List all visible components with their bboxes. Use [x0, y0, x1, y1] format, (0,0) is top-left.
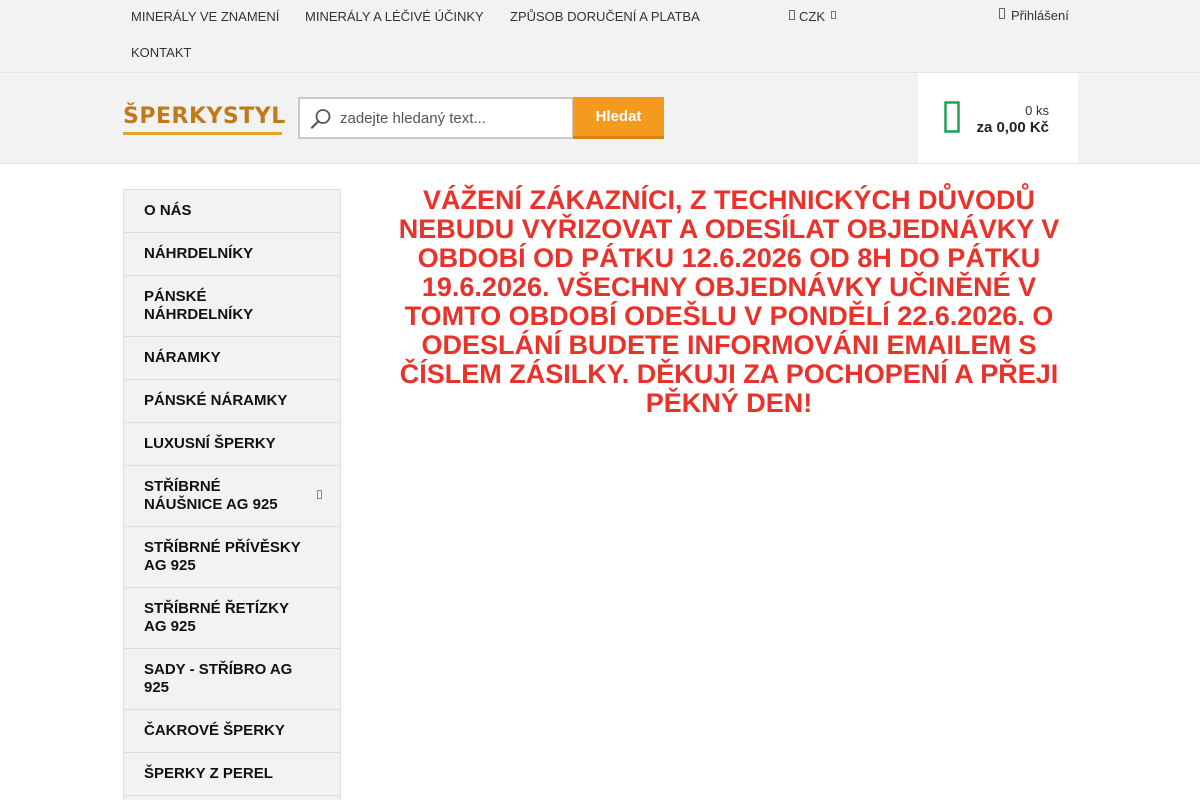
- sidebar-item-label: STŘÍBRNÉ NÁUŠNICE AG 925: [144, 478, 278, 513]
- sidebar-item-naramky[interactable]: NÁRAMKY: [124, 337, 340, 380]
- sidebar-item-stribrne-retizky[interactable]: STŘÍBRNÉ ŘETÍZKY AG 925: [124, 588, 340, 649]
- cart-widget[interactable]: 0 ks za 0,00 Kč: [918, 73, 1078, 163]
- sidebar-item-label: O NÁS: [144, 202, 192, 219]
- currency-icon: [789, 9, 795, 25]
- login-label: Přihlášení: [1011, 8, 1069, 23]
- site-logo[interactable]: ŠPERKYSTYL: [123, 101, 285, 135]
- search-input[interactable]: [340, 109, 560, 127]
- nav-link-mineraly-ucinky[interactable]: MINERÁLY A LÉČIVÉ ÚČINKY: [305, 9, 484, 25]
- top-navigation-bar: MINERÁLY VE ZNAMENÍ MINERÁLY A LÉČIVÉ ÚČ…: [0, 0, 1200, 73]
- nav-link-mineraly-ve-znameni[interactable]: MINERÁLY VE ZNAMENÍ: [131, 9, 279, 25]
- shopping-cart-icon: [944, 101, 960, 138]
- sidebar-item-cakrove-sperky[interactable]: ČAKROVÉ ŠPERKY: [124, 710, 340, 753]
- cart-quantity: 0 ks: [1025, 103, 1049, 118]
- sidebar-item-label: PÁNSKÉ NÁHRDELNÍKY: [144, 288, 254, 323]
- sidebar-item-label: LUXUSNÍ ŠPERKY: [144, 435, 276, 452]
- chevron-right-icon: [317, 487, 322, 505]
- sidebar-item-o-nas[interactable]: O NÁS: [124, 190, 340, 233]
- nav-link-doruceni-platba[interactable]: ZPŮSOB DORUČENÍ A PLATBA: [510, 9, 700, 25]
- cart-total: za 0,00 Kč: [976, 119, 1049, 136]
- sidebar-item-label: SADY - STŘÍBRO AG 925: [144, 661, 293, 696]
- sidebar-item-stribrne-privesky[interactable]: STŘÍBRNÉ PŘÍVĚSKY AG 925: [124, 527, 340, 588]
- sidebar-item-label: NÁHRDELNÍKY: [144, 245, 254, 262]
- currency-label: CZK: [799, 9, 825, 24]
- sidebar-item-nahrdelniky[interactable]: NÁHRDELNÍKY: [124, 233, 340, 276]
- sidebar-item-label: ČAKROVÉ ŠPERKY: [144, 722, 285, 739]
- sidebar-item-panske-nahrdelniky[interactable]: PÁNSKÉ NÁHRDELNÍKY: [124, 276, 340, 337]
- user-icon: [999, 8, 1005, 24]
- login-link[interactable]: Přihlášení: [999, 8, 1069, 24]
- sidebar-item-label: ŠPERKY Z PEREL: [144, 765, 273, 782]
- sidebar-item-stribrne-nausnice[interactable]: STŘÍBRNÉ NÁUŠNICE AG 925: [124, 466, 340, 527]
- store-notice: VÁŽENÍ ZÁKAZNÍCI, Z TECHNICKÝCH DŮVODŮ N…: [398, 185, 1060, 418]
- logo-text: ŠPERKYSTYL: [123, 104, 286, 129]
- magnifier-icon: [300, 99, 340, 137]
- sidebar-item-panske-naramky[interactable]: PÁNSKÉ NÁRAMKY: [124, 380, 340, 423]
- sidebar-item-label: STŘÍBRNÉ PŘÍVĚSKY AG 925: [144, 539, 301, 574]
- site-header: ŠPERKYSTYL Hledat 0 ks za 0,00 Kč: [0, 73, 1200, 164]
- search-button[interactable]: Hledat: [573, 97, 664, 139]
- nav-link-kontakt[interactable]: KONTAKT: [131, 45, 191, 61]
- search-box: [298, 97, 574, 139]
- category-sidebar: O NÁS NÁHRDELNÍKY PÁNSKÉ NÁHRDELNÍKY NÁR…: [123, 189, 341, 800]
- sidebar-item-label: NÁRAMKY: [144, 349, 221, 366]
- sidebar-item-sady-stribro[interactable]: SADY - STŘÍBRO AG 925: [124, 649, 340, 710]
- chevron-down-icon: [831, 9, 836, 25]
- currency-selector[interactable]: CZK: [789, 9, 836, 25]
- sidebar-item-label: STŘÍBRNÉ ŘETÍZKY AG 925: [144, 600, 289, 635]
- sidebar-item-sperky-z-perel[interactable]: ŠPERKY Z PEREL: [124, 753, 340, 796]
- sidebar-item-more[interactable]: [124, 796, 340, 800]
- sidebar-item-label: PÁNSKÉ NÁRAMKY: [144, 392, 288, 409]
- sidebar-item-luxusni-sperky[interactable]: LUXUSNÍ ŠPERKY: [124, 423, 340, 466]
